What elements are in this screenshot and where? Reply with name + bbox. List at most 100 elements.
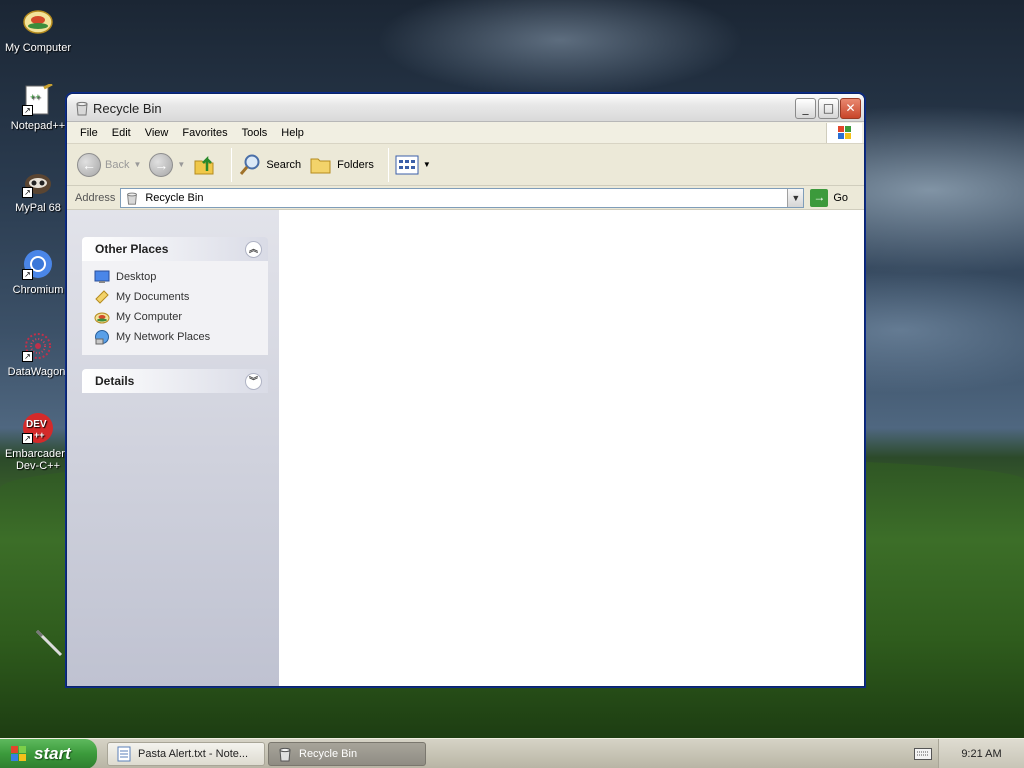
menu-tools[interactable]: Tools [235,127,275,139]
svg-text:++: ++ [30,92,41,102]
forward-button[interactable]: → ▼ [149,152,185,177]
up-folder-icon [194,155,214,174]
place-link-label: My Documents [116,291,190,303]
taskbar-item-notepad[interactable]: Pasta Alert.txt - Note... [107,742,265,766]
forward-dropdown-icon[interactable]: ▼ [177,160,185,169]
desktop-icon [94,270,110,283]
views-icon [395,155,419,174]
taskbar-item-recycle-bin[interactable]: Recycle Bin [268,742,426,766]
my-computer-icon [94,312,110,324]
collapse-chevron-icon[interactable]: ︽ [245,240,262,258]
menu-favorites[interactable]: Favorites [175,127,234,139]
desktop-icon-my-computer[interactable]: My Computer [0,6,76,54]
desktop-icon-mypal[interactable]: ↗ MyPal 68 [0,166,76,214]
other-places-title: Other Places [95,242,169,256]
address-dropdown-button[interactable]: ▼ [787,188,804,207]
taskbar-item-label: Recycle Bin [299,748,358,760]
start-button[interactable]: start [0,739,97,768]
views-dropdown-icon[interactable]: ▼ [423,160,431,169]
file-list-area[interactable] [279,210,864,686]
system-clock[interactable]: 9:21 AM [938,739,1024,768]
desktop-icon-label: My Computer [4,42,72,54]
title-bar[interactable]: Recycle Bin _ □ ✕ [67,94,864,122]
minimize-button[interactable]: _ [795,98,816,119]
chromium-icon: ↗ [22,248,54,280]
address-field[interactable]: Recycle Bin ▼ [120,187,805,208]
desktop-icon-label: MyPal 68 [15,202,61,214]
pencil-icon[interactable] [34,628,64,658]
address-bar: Address Recycle Bin ▼ → Go [67,186,864,210]
expand-chevron-icon[interactable]: ︾ [245,372,262,390]
devcpp-badge: DEV [26,419,47,430]
toolbar-separator [231,147,233,182]
folders-icon [310,158,331,173]
views-button[interactable]: ▼ [395,155,431,175]
devcpp-badge-sub: ++ [34,430,45,440]
taskbar-item-label: Pasta Alert.txt - Note... [138,748,249,760]
recycle-bin-icon [279,747,291,762]
recycle-bin-icon [74,100,90,116]
menu-bar: File Edit View Favorites Tools Help [67,122,864,144]
close-button[interactable]: ✕ [840,98,861,119]
taskbar: start Pasta Alert.txt - Note... Recycle … [0,738,1024,768]
place-link-desktop[interactable]: Desktop [94,267,258,287]
place-link-label: My Computer [116,311,183,323]
recycle-bin-icon [127,192,138,205]
desktop-icon-notepadpp[interactable]: ++ ↗ Notepad++ [0,82,76,132]
address-label: Address [75,191,116,204]
menu-help[interactable]: Help [274,127,311,139]
go-label: Go [833,191,849,204]
forward-arrow-icon: → [149,152,174,177]
menu-edit[interactable]: Edit [105,127,138,139]
start-label: start [34,744,71,763]
window-content: Other Places ︽ Desktop My Documents My C… [67,210,864,686]
place-link-my-network-places[interactable]: My Network Places [94,327,258,347]
place-link-my-documents[interactable]: My Documents [94,287,258,307]
search-button[interactable]: Search [238,153,301,177]
standard-toolbar: ← Back ▼ → ▼ Search Folders ▼ [67,144,864,186]
go-button[interactable]: → Go [810,188,849,207]
other-places-header[interactable]: Other Places ︽ [82,237,268,261]
desktop-icon-label: Notepad++ [10,120,66,132]
desktop-icon-chromium[interactable]: ↗ Chromium [0,248,76,296]
other-places-list: Desktop My Documents My Computer My Netw… [82,261,268,355]
desktop-icon-datawagon[interactable]: ↗ DataWagon. [0,330,76,378]
shortcut-arrow-icon: ↗ [22,351,33,362]
desktop-icon-devcpp[interactable]: DEV ++ ↗ Embarcadero Dev-C++ [0,412,76,472]
network-places-icon [95,330,109,345]
task-pane: Other Places ︽ Desktop My Documents My C… [67,210,279,686]
mypal-icon: ↗ [22,166,54,198]
maximize-button[interactable]: □ [818,98,839,119]
windows-logo-icon [826,123,862,143]
address-value: Recycle Bin [145,191,204,204]
back-arrow-icon: ← [77,152,101,177]
datawagon-icon: ↗ [22,330,54,362]
details-header[interactable]: Details ︾ [82,369,268,393]
notepad-icon [117,746,131,762]
up-folder-button[interactable] [193,153,217,177]
menu-file[interactable]: File [73,127,105,139]
shortcut-arrow-icon: ↗ [22,187,33,198]
back-dropdown-icon[interactable]: ▼ [133,160,141,169]
windows-flag-icon [11,746,26,761]
back-button[interactable]: ← Back ▼ [77,152,141,177]
shortcut-arrow-icon: ↗ [22,105,33,116]
go-arrow-icon: → [810,188,829,207]
notepadpp-icon: ++ ↗ [22,82,54,116]
place-link-label: Desktop [116,271,157,283]
shortcut-arrow-icon: ↗ [22,269,33,280]
search-label: Search [266,158,302,171]
recycle-bin-window: Recycle Bin _ □ ✕ File Edit View Favorit… [66,93,865,687]
computer-icon [22,6,54,38]
toolbar-separator [387,147,389,182]
folders-button[interactable]: Folders [309,153,374,177]
window-title: Recycle Bin [93,101,162,116]
menu-view[interactable]: View [138,127,176,139]
keyboard-icon[interactable] [914,748,932,760]
shortcut-arrow-icon: ↗ [22,433,33,444]
desktop-icon-label: Chromium [12,284,64,296]
devcpp-icon: DEV ++ ↗ [22,412,54,444]
place-link-my-computer[interactable]: My Computer [94,307,258,327]
desktop-icon-label: DataWagon. [7,366,69,378]
details-panel: Details ︾ [82,369,268,393]
